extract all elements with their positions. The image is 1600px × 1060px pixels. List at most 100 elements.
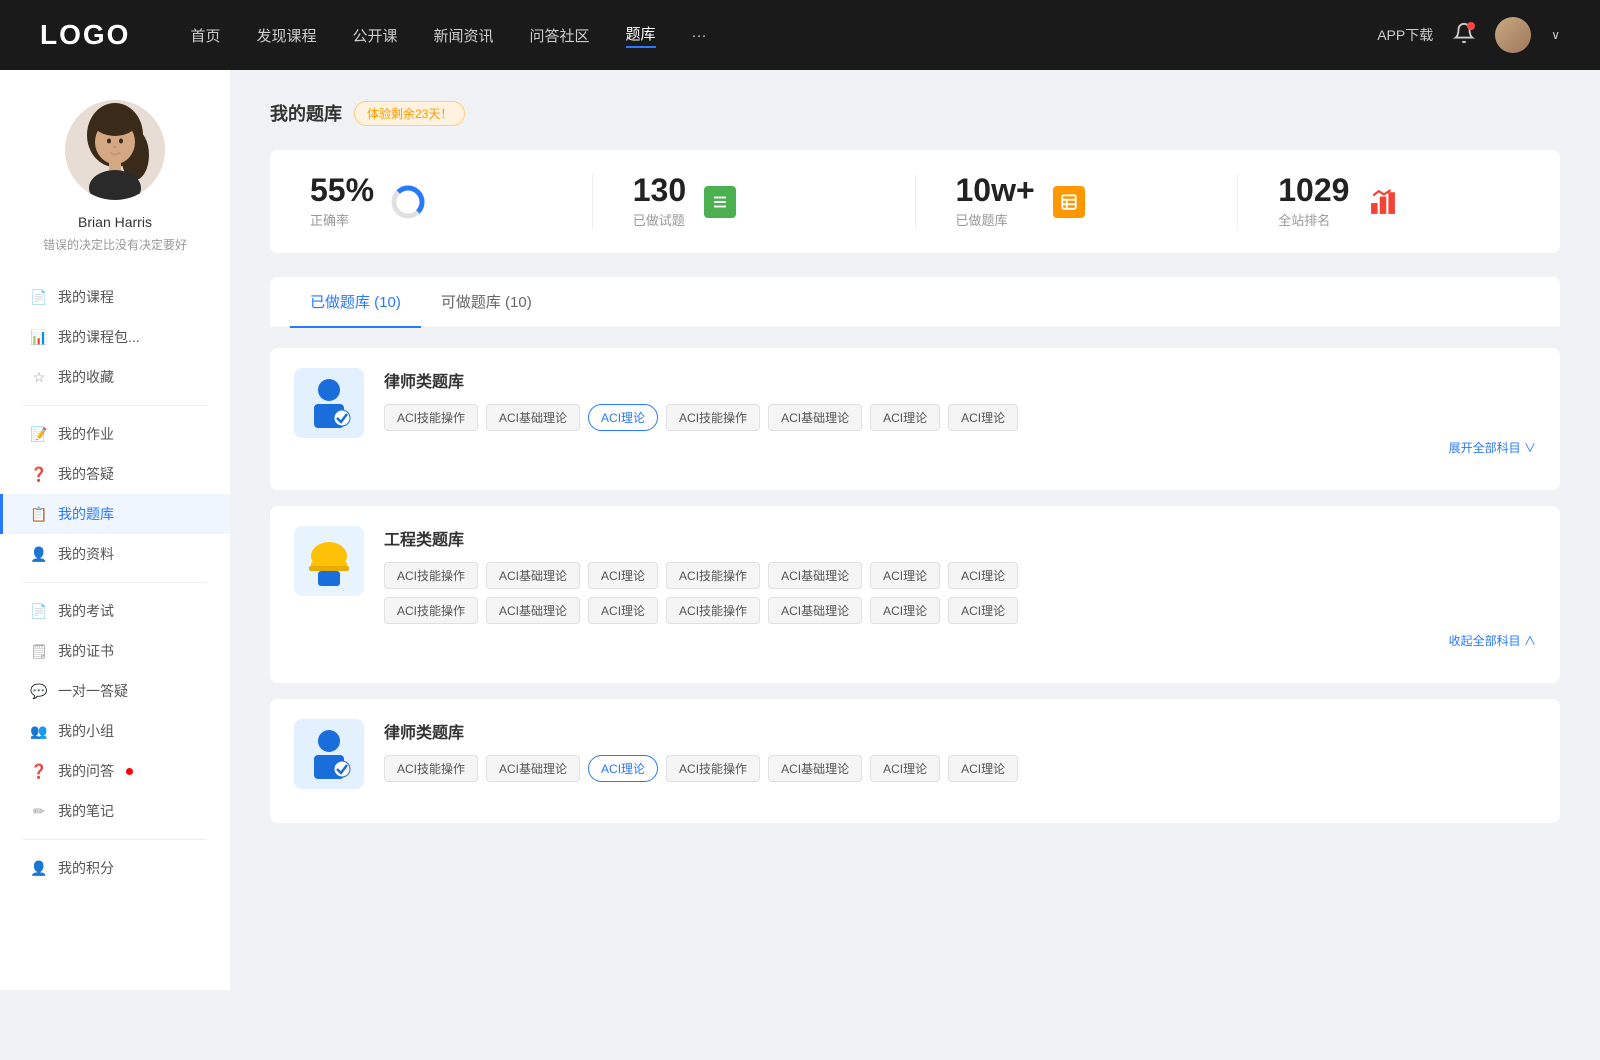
tag-2b-1[interactable]: ACI基础理论 [486,597,580,624]
bank-section-1: 律师类题库 ACI技能操作 ACI基础理论 ACI理论 ACI技能操作 ACI基… [270,348,1560,490]
sidebar-item-label: 我的资料 [58,544,114,564]
tag-row-3: ACI技能操作 ACI基础理论 ACI理论 ACI技能操作 ACI基础理论 AC… [384,755,1536,782]
page-wrap: Brian Harris 错误的决定比没有决定要好 📄 我的课程 📊 我的课程包… [0,70,1600,990]
divider-2 [23,582,207,583]
tag-2b-0[interactable]: ACI技能操作 [384,597,478,624]
bank-stat-icon [1049,182,1089,222]
tag-2-6[interactable]: ACI理论 [948,562,1018,589]
tag-2b-6[interactable]: ACI理论 [948,597,1018,624]
tag-1-5[interactable]: ACI理论 [870,404,940,431]
sidebar-item-notes[interactable]: ✏ 我的笔记 [0,791,230,831]
star-icon: ☆ [30,368,48,386]
sidebar-item-label: 我的课程包... [58,327,140,347]
tag-1-6[interactable]: ACI理论 [948,404,1018,431]
tag-3-5[interactable]: ACI理论 [870,755,940,782]
sidebar-item-label: 我的考试 [58,601,114,621]
tag-1-1[interactable]: ACI基础理论 [486,404,580,431]
tag-2b-2[interactable]: ACI理论 [588,597,658,624]
tag-2b-4[interactable]: ACI基础理论 [768,597,862,624]
tag-2b-3[interactable]: ACI技能操作 [666,597,760,624]
sidebar-item-favorites[interactable]: ☆ 我的收藏 [0,357,230,397]
stat-done-banks-label: 已做题库 [956,210,1035,229]
sidebar-item-exam[interactable]: 📄 我的考试 [0,591,230,631]
sidebar-menu: 📄 我的课程 📊 我的课程包... ☆ 我的收藏 📝 我的作业 ❓ 我的答疑 � [0,277,230,888]
nav-news[interactable]: 新闻资讯 [434,25,494,46]
page-header: 我的题库 体验剩余23天！ [270,100,1560,126]
tag-1-4[interactable]: ACI基础理论 [768,404,862,431]
stat-done-questions: 130 已做试题 [593,174,916,229]
sidebar-item-course-pack[interactable]: 📊 我的课程包... [0,317,230,357]
bank-section-3: 律师类题库 ACI技能操作 ACI基础理论 ACI理论 ACI技能操作 ACI基… [270,699,1560,823]
tag-3-3[interactable]: ACI技能操作 [666,755,760,782]
sidebar-item-homework[interactable]: 📝 我的作业 [0,414,230,454]
bank-icon: 📋 [30,505,48,523]
sidebar-item-qa[interactable]: ❓ 我的答疑 [0,454,230,494]
tab-done[interactable]: 已做题库 (10) [290,277,421,328]
sidebar-item-group[interactable]: 👥 我的小组 [0,711,230,751]
bank-icon-engineering [294,526,364,596]
sidebar-item-label: 我的笔记 [58,801,114,821]
nav-qa[interactable]: 问答社区 [530,25,590,46]
trial-badge: 体验剩余23天！ [354,101,465,126]
sidebar-item-profile[interactable]: 👤 我的资料 [0,534,230,574]
nav-more[interactable]: ··· [692,27,707,44]
sidebar-item-my-qa[interactable]: ❓ 我的问答 [0,751,230,791]
stat-rank-label: 全站排名 [1278,210,1349,229]
my-qa-icon: ❓ [30,762,48,780]
sidebar-item-my-course[interactable]: 📄 我的课程 [0,277,230,317]
tag-2-0[interactable]: ACI技能操作 [384,562,478,589]
sidebar-item-bank[interactable]: 📋 我的题库 [0,494,230,534]
stat-rank-value: 1029 [1278,174,1349,206]
sidebar-item-label: 我的证书 [58,641,114,661]
tag-3-6[interactable]: ACI理论 [948,755,1018,782]
tag-2-1[interactable]: ACI基础理论 [486,562,580,589]
tag-3-1[interactable]: ACI基础理论 [486,755,580,782]
qa-icon: ❓ [30,465,48,483]
tag-1-3[interactable]: ACI技能操作 [666,404,760,431]
tag-3-4[interactable]: ACI基础理论 [768,755,862,782]
tag-2-5[interactable]: ACI理论 [870,562,940,589]
homework-icon: 📝 [30,425,48,443]
nav-open-course[interactable]: 公开课 [352,25,397,46]
tab-available[interactable]: 可做题库 (10) [421,277,552,328]
nav-discover[interactable]: 发现课程 [256,25,316,46]
sidebar-item-cert[interactable]: 🗒 我的证书 [0,631,230,671]
sidebar-item-label: 我的小组 [58,721,114,741]
tag-1-0[interactable]: ACI技能操作 [384,404,478,431]
sidebar-item-points[interactable]: 👤 我的积分 [0,848,230,888]
bank-icon-lawyer [294,368,364,438]
chevron-down-icon[interactable]: ∨ [1551,28,1560,42]
points-icon: 👤 [30,859,48,877]
sidebar-item-one-on-one[interactable]: 💬 一对一答疑 [0,671,230,711]
tag-3-2[interactable]: ACI理论 [588,755,658,782]
tag-3-0[interactable]: ACI技能操作 [384,755,478,782]
notification-bell[interactable] [1453,22,1475,49]
course-icon: 📄 [30,288,48,306]
stat-accuracy-value: 55% [310,174,374,206]
sidebar-item-label: 我的答疑 [58,464,114,484]
nav-bank[interactable]: 题库 [626,23,656,48]
tag-2b-5[interactable]: ACI理论 [870,597,940,624]
sidebar-motto: 错误的决定比没有决定要好 [43,236,187,253]
tag-2-3[interactable]: ACI技能操作 [666,562,760,589]
bank-section-2: 工程类题库 ACI技能操作 ACI基础理论 ACI理论 ACI技能操作 ACI基… [270,506,1560,683]
avatar[interactable] [1495,17,1531,53]
tag-2-4[interactable]: ACI基础理论 [768,562,862,589]
donut-icon [388,182,428,222]
tag-row-2b: ACI技能操作 ACI基础理论 ACI理论 ACI技能操作 ACI基础理论 AC… [384,597,1536,624]
bank-header-1: 律师类题库 ACI技能操作 ACI基础理论 ACI理论 ACI技能操作 ACI基… [294,368,1536,456]
exam-icon: 📄 [30,602,48,620]
tag-1-2[interactable]: ACI理论 [588,404,658,431]
logo[interactable]: LOGO [40,19,130,51]
app-download-button[interactable]: APP下载 [1377,25,1433,45]
rank-icon [1363,182,1403,222]
expand-btn-2[interactable]: 收起全部科目 ∧ [1449,632,1536,649]
sidebar-avatar [65,100,165,200]
notes-icon: ✏ [30,802,48,820]
expand-btn-1[interactable]: 展开全部科目 ∨ [1449,439,1536,456]
tag-2-2[interactable]: ACI理论 [588,562,658,589]
nav-home[interactable]: 首页 [190,25,220,46]
stat-done-q-label: 已做试题 [633,210,686,229]
tabs-container: 已做题库 (10) 可做题库 (10) [270,277,1560,328]
stat-done-banks: 10w+ 已做题库 [916,174,1239,229]
